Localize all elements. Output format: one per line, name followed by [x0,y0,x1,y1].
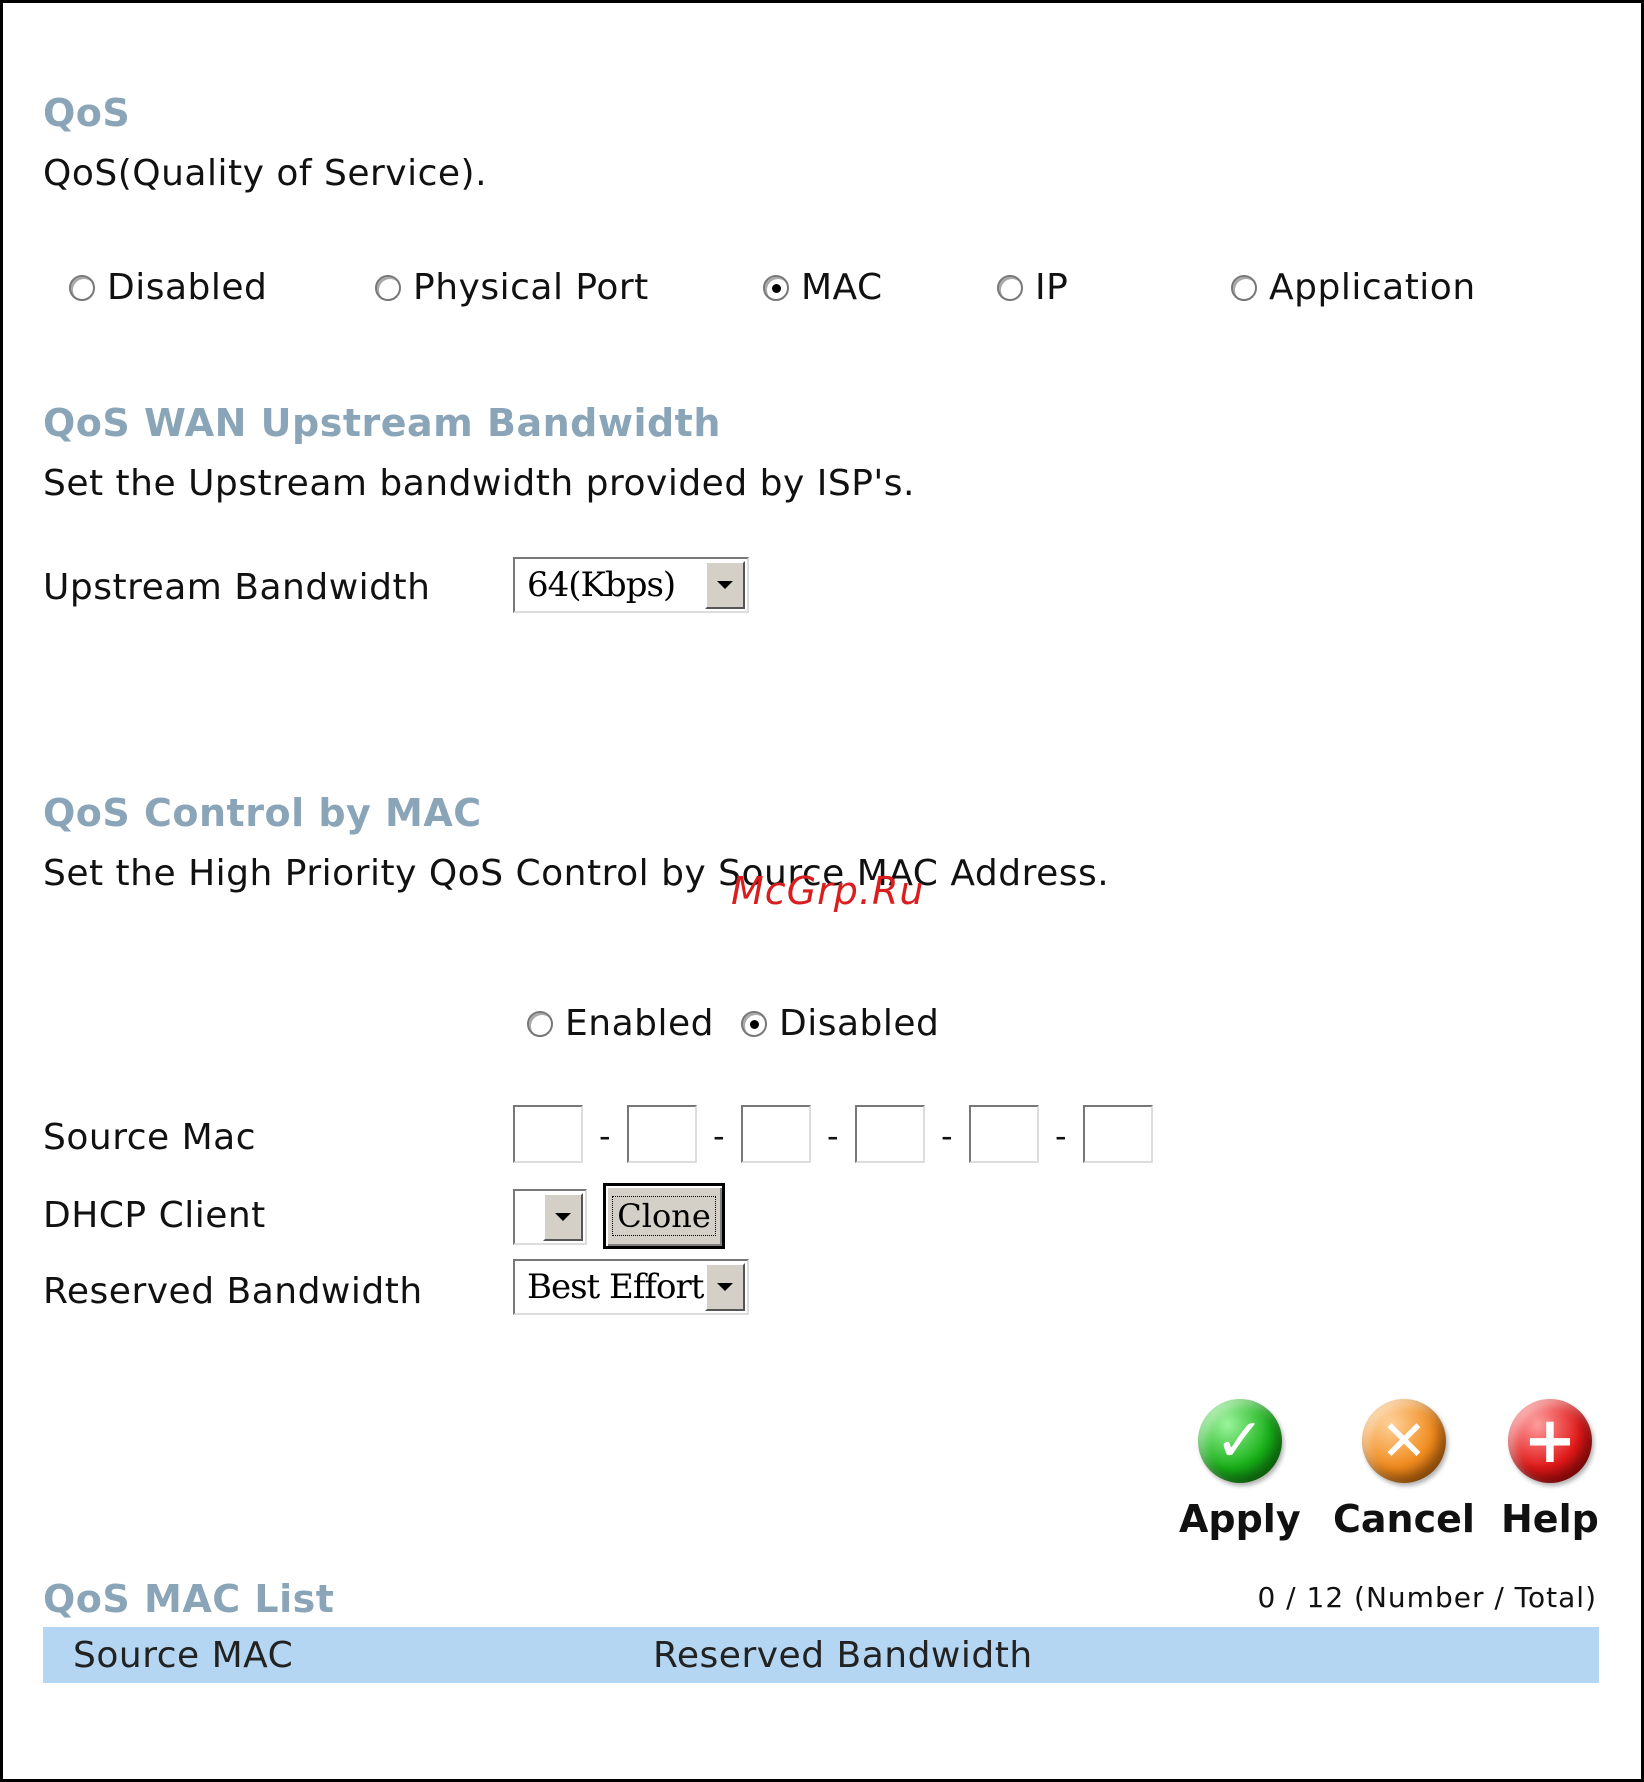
help-plus-icon: + [1507,1399,1592,1483]
radio-mac[interactable] [763,274,789,301]
mac-separator: - [599,1117,611,1155]
qos-description: QoS(Quality of Service). [43,153,488,194]
radio-enabled[interactable] [527,1010,553,1037]
cancel-label: Cancel [1333,1497,1475,1541]
clone-button-label: Clone [612,1196,716,1236]
source-mac-octet-5[interactable] [969,1105,1039,1163]
reserved-bandwidth-label: Reserved Bandwidth [43,1271,423,1312]
qos-mode-ip[interactable]: IP [997,267,1068,308]
mac-list-header: Source MAC Reserved Bandwidth [43,1627,1599,1683]
mac-separator: - [941,1117,953,1155]
cancel-x-icon: ✕ [1361,1399,1446,1483]
mac-control-disabled[interactable]: Disabled [741,1003,939,1044]
qos-mode-disabled[interactable]: Disabled [69,267,267,308]
clone-button[interactable]: Clone [603,1183,725,1249]
upstream-bandwidth-label: Upstream Bandwidth [43,567,431,608]
mac-control-disabled-label: Disabled [779,1003,940,1044]
dhcp-client-select[interactable] [513,1189,587,1245]
reserved-bandwidth-value: Best Effort [527,1267,704,1307]
dhcp-client-label: DHCP Client [43,1195,266,1236]
upstream-description: Set the Upstream bandwidth provided by I… [43,463,915,504]
mac-separator: - [827,1117,839,1155]
source-mac-octet-4[interactable] [855,1105,925,1163]
radio-disabled-mac[interactable] [741,1010,767,1037]
radio-disabled[interactable] [69,274,95,301]
qos-mode-application[interactable]: Application [1231,267,1476,308]
mac-separator: - [1055,1117,1067,1155]
qos-mode-ip-label: IP [1035,267,1069,308]
mac-control-enabled[interactable]: Enabled [527,1003,714,1044]
apply-button[interactable]: ✓ Apply [1179,1399,1301,1541]
help-button[interactable]: + Help [1501,1399,1599,1541]
source-mac-octet-6[interactable] [1083,1105,1153,1163]
qos-mode-mac-label: MAC [801,267,883,308]
upstream-title: QoS WAN Upstream Bandwidth [43,401,721,445]
upstream-bandwidth-select[interactable]: 64(Kbps) [513,557,749,613]
source-mac-octet-1[interactable] [513,1105,583,1163]
reserved-bandwidth-select[interactable]: Best Effort [513,1259,749,1315]
qos-title: QoS [43,91,131,135]
column-source-mac: Source MAC [73,1634,294,1676]
source-mac-octet-3[interactable] [741,1105,811,1163]
qos-mode-application-label: Application [1269,267,1476,308]
mac-list-count: 0 / 12 (Number / Total) [1257,1581,1597,1614]
radio-physical-port[interactable] [375,274,401,301]
qos-settings-page: QoS QoS(Quality of Service). Disabled Ph… [0,0,1644,1782]
watermark: McGrp.Ru [731,869,925,913]
column-reserved-bandwidth: Reserved Bandwidth [653,1634,1033,1676]
mac-control-description: Set the High Priority QoS Control by Sou… [43,853,1110,894]
mac-control-title: QoS Control by MAC [43,791,482,835]
source-mac-octet-2[interactable] [627,1105,697,1163]
cancel-button[interactable]: ✕ Cancel [1333,1399,1475,1541]
radio-ip[interactable] [997,274,1023,301]
chevron-down-icon[interactable] [705,561,745,609]
qos-mode-physical-port[interactable]: Physical Port [375,267,649,308]
apply-label: Apply [1179,1497,1301,1541]
qos-mode-disabled-label: Disabled [107,267,268,308]
qos-mode-physical-port-label: Physical Port [413,267,649,308]
mac-list-title: QoS MAC List [43,1577,335,1621]
checkmark-icon: ✓ [1197,1399,1282,1483]
qos-mode-mac[interactable]: MAC [763,267,883,308]
mac-control-enabled-label: Enabled [565,1003,714,1044]
mac-separator: - [713,1117,725,1155]
upstream-bandwidth-value: 64(Kbps) [527,565,676,605]
chevron-down-icon[interactable] [705,1263,745,1311]
radio-application[interactable] [1231,274,1257,301]
source-mac-label: Source Mac [43,1117,257,1158]
chevron-down-icon[interactable] [543,1193,583,1241]
help-label: Help [1501,1497,1599,1541]
